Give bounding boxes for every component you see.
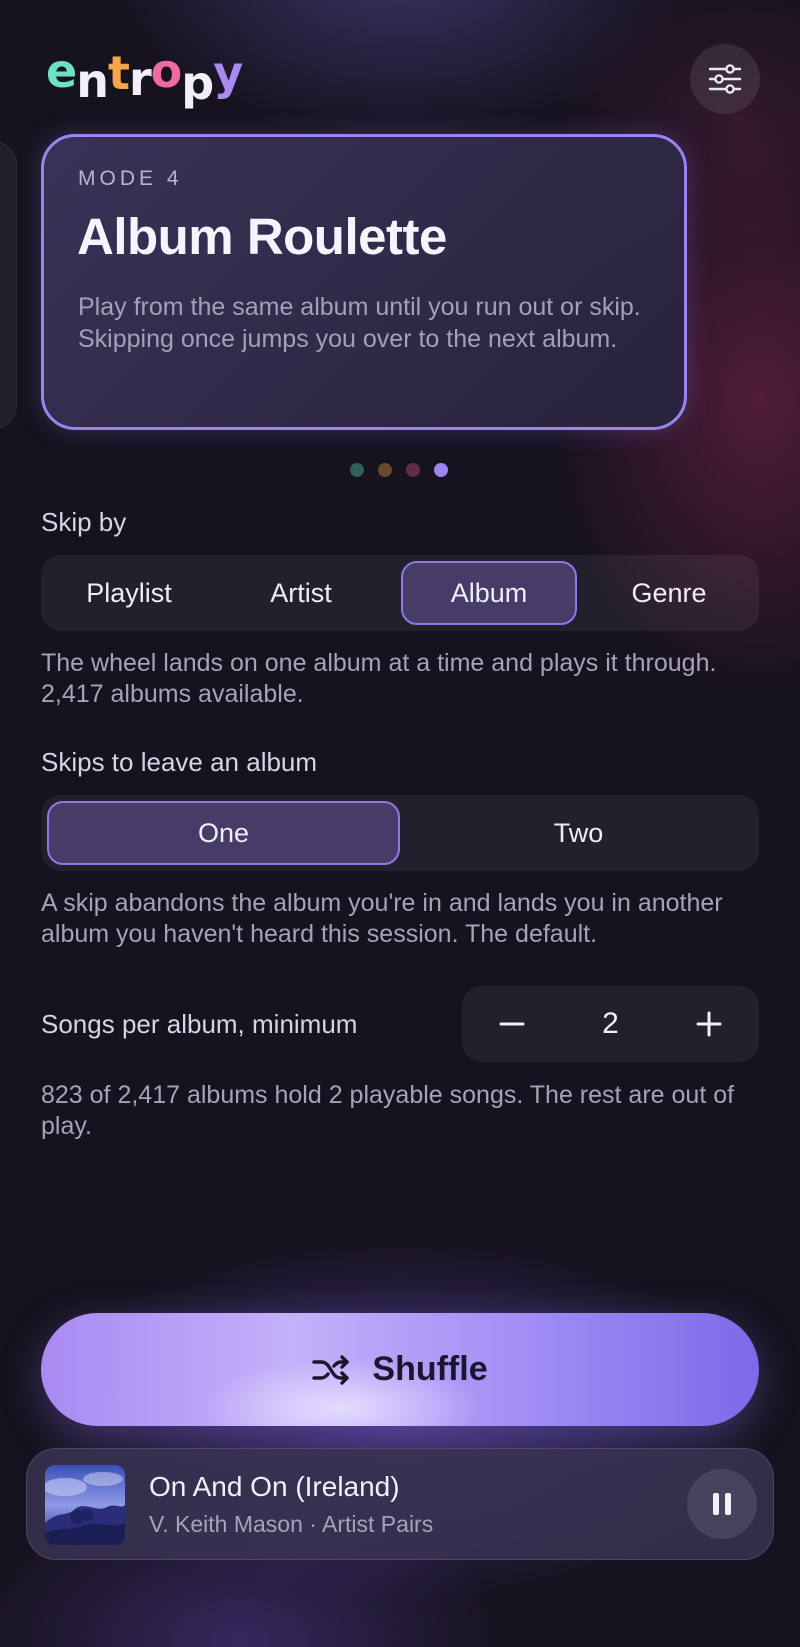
previous-mode-card-peek[interactable] (0, 140, 17, 430)
logo-letter: e (46, 44, 77, 98)
sliders-icon (708, 64, 742, 94)
skip-by-segmented-control: Playlist Artist Album Genre (41, 555, 759, 631)
pager-dots (350, 463, 448, 477)
pager-dot[interactable] (350, 463, 364, 477)
logo-letter: o (150, 44, 183, 98)
app-logo: entropy (46, 46, 243, 108)
mode-description: Play from the same album until you run o… (78, 293, 641, 353)
skip-by-playlist[interactable]: Playlist (47, 561, 211, 625)
shuffle-label: Shuffle (372, 1350, 488, 1388)
track-subtitle: V. Keith Mason · Artist Pairs (149, 1511, 434, 1537)
skips-two[interactable]: Two (404, 801, 753, 865)
songs-per-album-stepper: 2 (462, 986, 759, 1062)
pause-icon (713, 1493, 731, 1515)
pause-button[interactable] (687, 1469, 757, 1539)
logo-letter: y (213, 46, 243, 100)
settings-button[interactable] (690, 44, 760, 114)
songs-per-album-value: 2 (602, 1007, 619, 1040)
plus-icon (696, 1011, 722, 1037)
track-title: On And On (Ireland) (149, 1471, 400, 1502)
increment-button[interactable] (664, 986, 754, 1062)
mode-title: Album Roulette (77, 208, 447, 265)
logo-letter: t (107, 46, 130, 100)
logo-letter: p (181, 56, 214, 110)
skips-to-leave-segmented-control: One Two (41, 795, 759, 871)
skips-to-leave-title: Skips to leave an album (41, 747, 318, 777)
skip-by-album[interactable]: Album (401, 561, 577, 625)
album-art (45, 1465, 125, 1545)
mode-label: MODE 4 (78, 167, 183, 190)
songs-per-album-label: Songs per album, minimum (41, 1009, 358, 1039)
skip-by-title: Skip by (41, 507, 127, 537)
pager-dot[interactable] (378, 463, 392, 477)
skip-by-description: The wheel lands on one album at a time a… (41, 649, 717, 708)
now-playing-bar[interactable]: On And On (Ireland) V. Keith Mason · Art… (26, 1448, 774, 1560)
skips-one[interactable]: One (47, 801, 400, 865)
logo-letter: r (128, 52, 152, 106)
logo-letter: n (76, 54, 109, 108)
skips-to-leave-description: A skip abandons the album you're in and … (41, 889, 723, 948)
shuffle-icon (312, 1354, 350, 1385)
decrement-button[interactable] (467, 986, 557, 1062)
skip-by-genre[interactable]: Genre (585, 561, 753, 625)
shuffle-button[interactable]: Shuffle (41, 1313, 759, 1426)
mode-card[interactable]: MODE 4 Album Roulette Play from the same… (41, 134, 687, 430)
skip-by-artist[interactable]: Artist (219, 561, 383, 625)
pager-dot[interactable] (406, 463, 420, 477)
pager-dot-active[interactable] (434, 463, 448, 477)
songs-per-album-description: 823 of 2,417 albums hold 2 playable song… (41, 1081, 735, 1140)
minus-icon (499, 1022, 525, 1026)
